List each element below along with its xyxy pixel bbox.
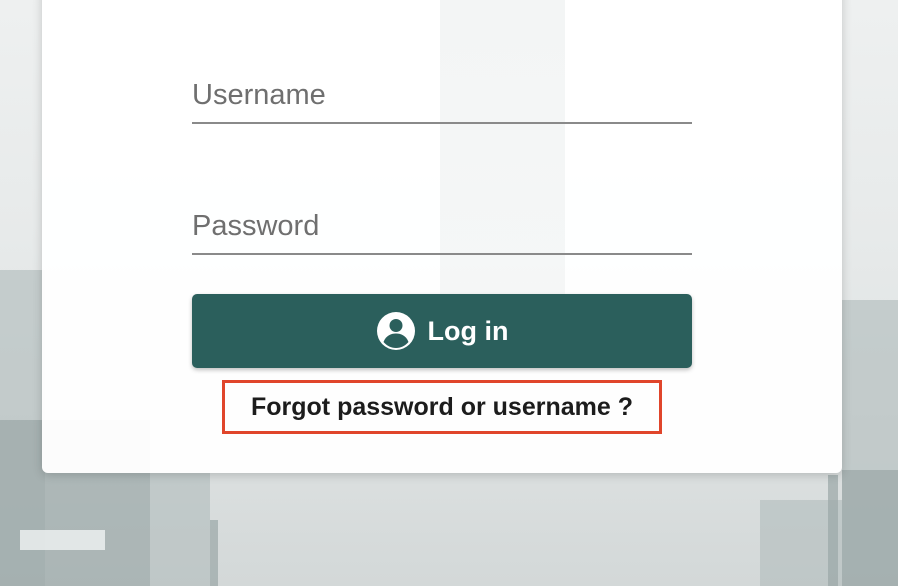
username-input[interactable]	[192, 79, 692, 112]
account-circle-icon	[376, 311, 416, 351]
password-input[interactable]	[192, 210, 692, 243]
forgot-credentials-link[interactable]: Forgot password or username ?	[222, 380, 662, 434]
login-button[interactable]: Log in	[192, 294, 692, 368]
password-field[interactable]	[192, 193, 692, 255]
forgot-credentials-label: Forgot password or username ?	[250, 392, 633, 421]
username-field[interactable]	[192, 62, 692, 124]
background-tower	[440, 0, 565, 300]
login-button-label: Log in	[427, 315, 509, 346]
